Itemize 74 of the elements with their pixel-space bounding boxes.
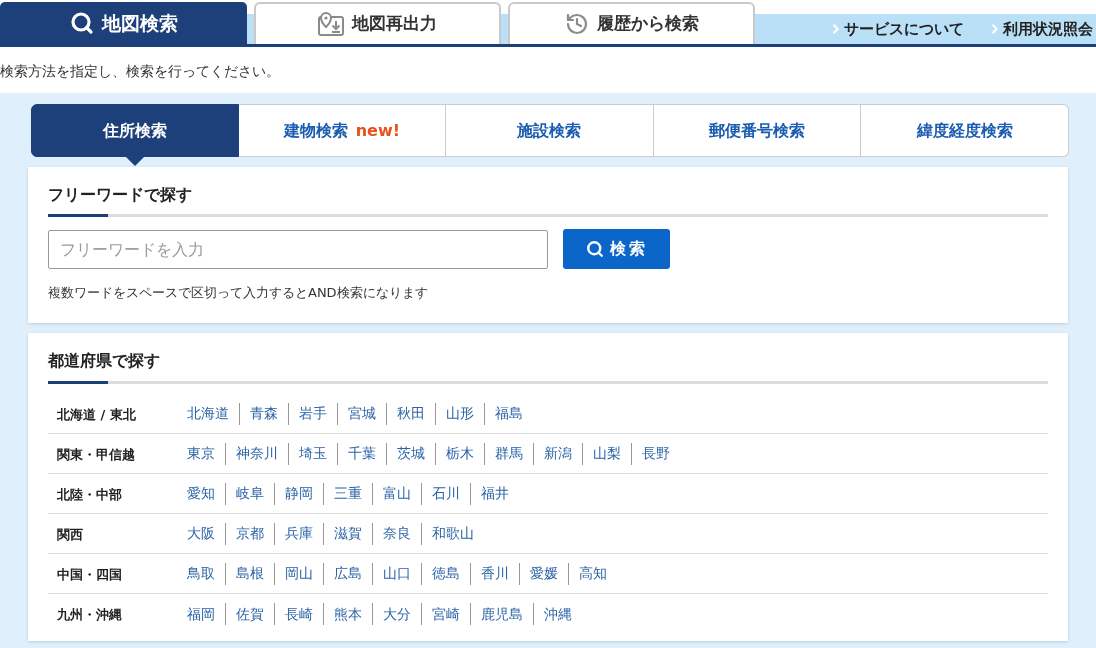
prefecture-link[interactable]: 鹿児島 [481,603,523,625]
prefecture-link[interactable]: 熊本 [334,603,362,625]
prefecture-link[interactable]: 青森 [250,403,278,424]
search-tab[interactable]: 緯度経度検索 [861,104,1069,157]
instruction-text: 検索方法を指定し、検索を行ってください。 [0,62,280,81]
region-label: 北陸・中部 [57,486,122,502]
search-tab[interactable]: 住所検索 [31,104,239,157]
prefecture-link[interactable]: 徳島 [432,563,460,584]
prefecture-link[interactable]: 静岡 [285,483,313,504]
prefecture-link[interactable]: 広島 [334,563,362,584]
prefecture-link[interactable]: 和歌山 [432,523,474,544]
prefecture-link[interactable]: 山梨 [593,443,621,464]
prefecture-link[interactable]: 愛媛 [530,563,558,584]
prefecture-link[interactable]: 宮城 [348,403,376,424]
search-icon [69,11,94,35]
prefecture-link[interactable]: 埼玉 [299,443,327,464]
prefecture-link[interactable]: 茨城 [397,443,425,464]
prefecture-link[interactable]: 山口 [383,563,411,584]
section-heading: 都道府県で探す [48,351,161,372]
pointer-triangle-icon [125,157,144,166]
map-download-icon [318,12,344,36]
prefecture-link[interactable]: 大阪 [187,523,215,544]
header-tab[interactable]: 地図検索 [0,2,247,44]
prefecture-link[interactable]: 新潟 [544,443,572,464]
prefecture-link[interactable]: 奈良 [383,523,411,544]
region-label: 北海道 / 東北 [57,406,136,422]
prefecture-link[interactable]: 山形 [446,403,474,424]
prefecture-link[interactable]: 福岡 [187,603,215,625]
prefecture-link[interactable]: 沖縄 [544,603,572,625]
header-link[interactable]: サービスについて [829,17,964,41]
section-heading: フリーワードで探す [48,185,193,206]
prefecture-link[interactable]: 岡山 [285,563,313,584]
prefecture-link[interactable]: 石川 [432,483,460,504]
prefecture-link[interactable]: 岐阜 [236,483,264,504]
prefecture-link[interactable]: 栃木 [446,443,474,464]
region-label: 関西 [57,526,83,542]
prefecture-link[interactable]: 三重 [334,483,362,504]
prefecture-link[interactable]: 京都 [236,523,264,544]
search-input[interactable]: フリーワードを入力 [48,229,548,269]
region-label: 九州・沖縄 [57,607,122,622]
prefecture-link[interactable]: 東京 [187,443,215,464]
prefecture-link[interactable]: 秋田 [397,403,425,424]
prefecture-link[interactable]: 群馬 [495,443,523,464]
prefecture-link[interactable]: 大分 [383,603,411,625]
prefecture-link[interactable]: 神奈川 [236,443,278,464]
search-button[interactable]: 検索 [563,229,670,269]
prefecture-link[interactable]: 滋賀 [334,523,362,544]
header-tab[interactable]: 地図再出力 [254,2,501,44]
prefecture-link[interactable]: 岩手 [299,403,327,424]
header-tab[interactable]: 履歴から検索 [508,2,755,44]
prefecture-link[interactable]: 福島 [495,403,523,424]
prefecture-link[interactable]: 鳥取 [187,563,215,584]
prefecture-link[interactable]: 愛知 [187,483,215,504]
search-icon [585,240,604,258]
search-tab[interactable]: 郵便番号検索 [653,104,862,157]
prefecture-link[interactable]: 香川 [481,563,509,584]
region-label: 関東・甲信越 [57,446,135,462]
prefecture-link[interactable]: 兵庫 [285,523,313,544]
prefecture-link[interactable]: 福井 [481,483,509,504]
prefecture-link[interactable]: 長崎 [285,603,313,625]
search-tab[interactable]: 建物検索 new! [238,104,447,157]
hint-text: 複数ワードをスペースで区切って入力するとAND検索になります [48,284,428,302]
region-label: 中国・四国 [57,566,122,582]
clock-arrow-icon [564,12,589,36]
prefecture-link[interactable]: 長野 [642,443,670,464]
prefecture-link[interactable]: 高知 [579,563,607,584]
prefecture-link[interactable]: 千葉 [348,443,376,464]
prefecture-link[interactable]: 佐賀 [236,603,264,625]
prefecture-link[interactable]: 富山 [383,483,411,504]
header-link[interactable]: 利用状況照会 [988,17,1093,41]
prefecture-link[interactable]: 宮崎 [432,603,460,625]
prefecture-link[interactable]: 島根 [236,563,264,584]
search-tab[interactable]: 施設検索 [446,104,654,157]
prefecture-link[interactable]: 北海道 [187,403,229,424]
